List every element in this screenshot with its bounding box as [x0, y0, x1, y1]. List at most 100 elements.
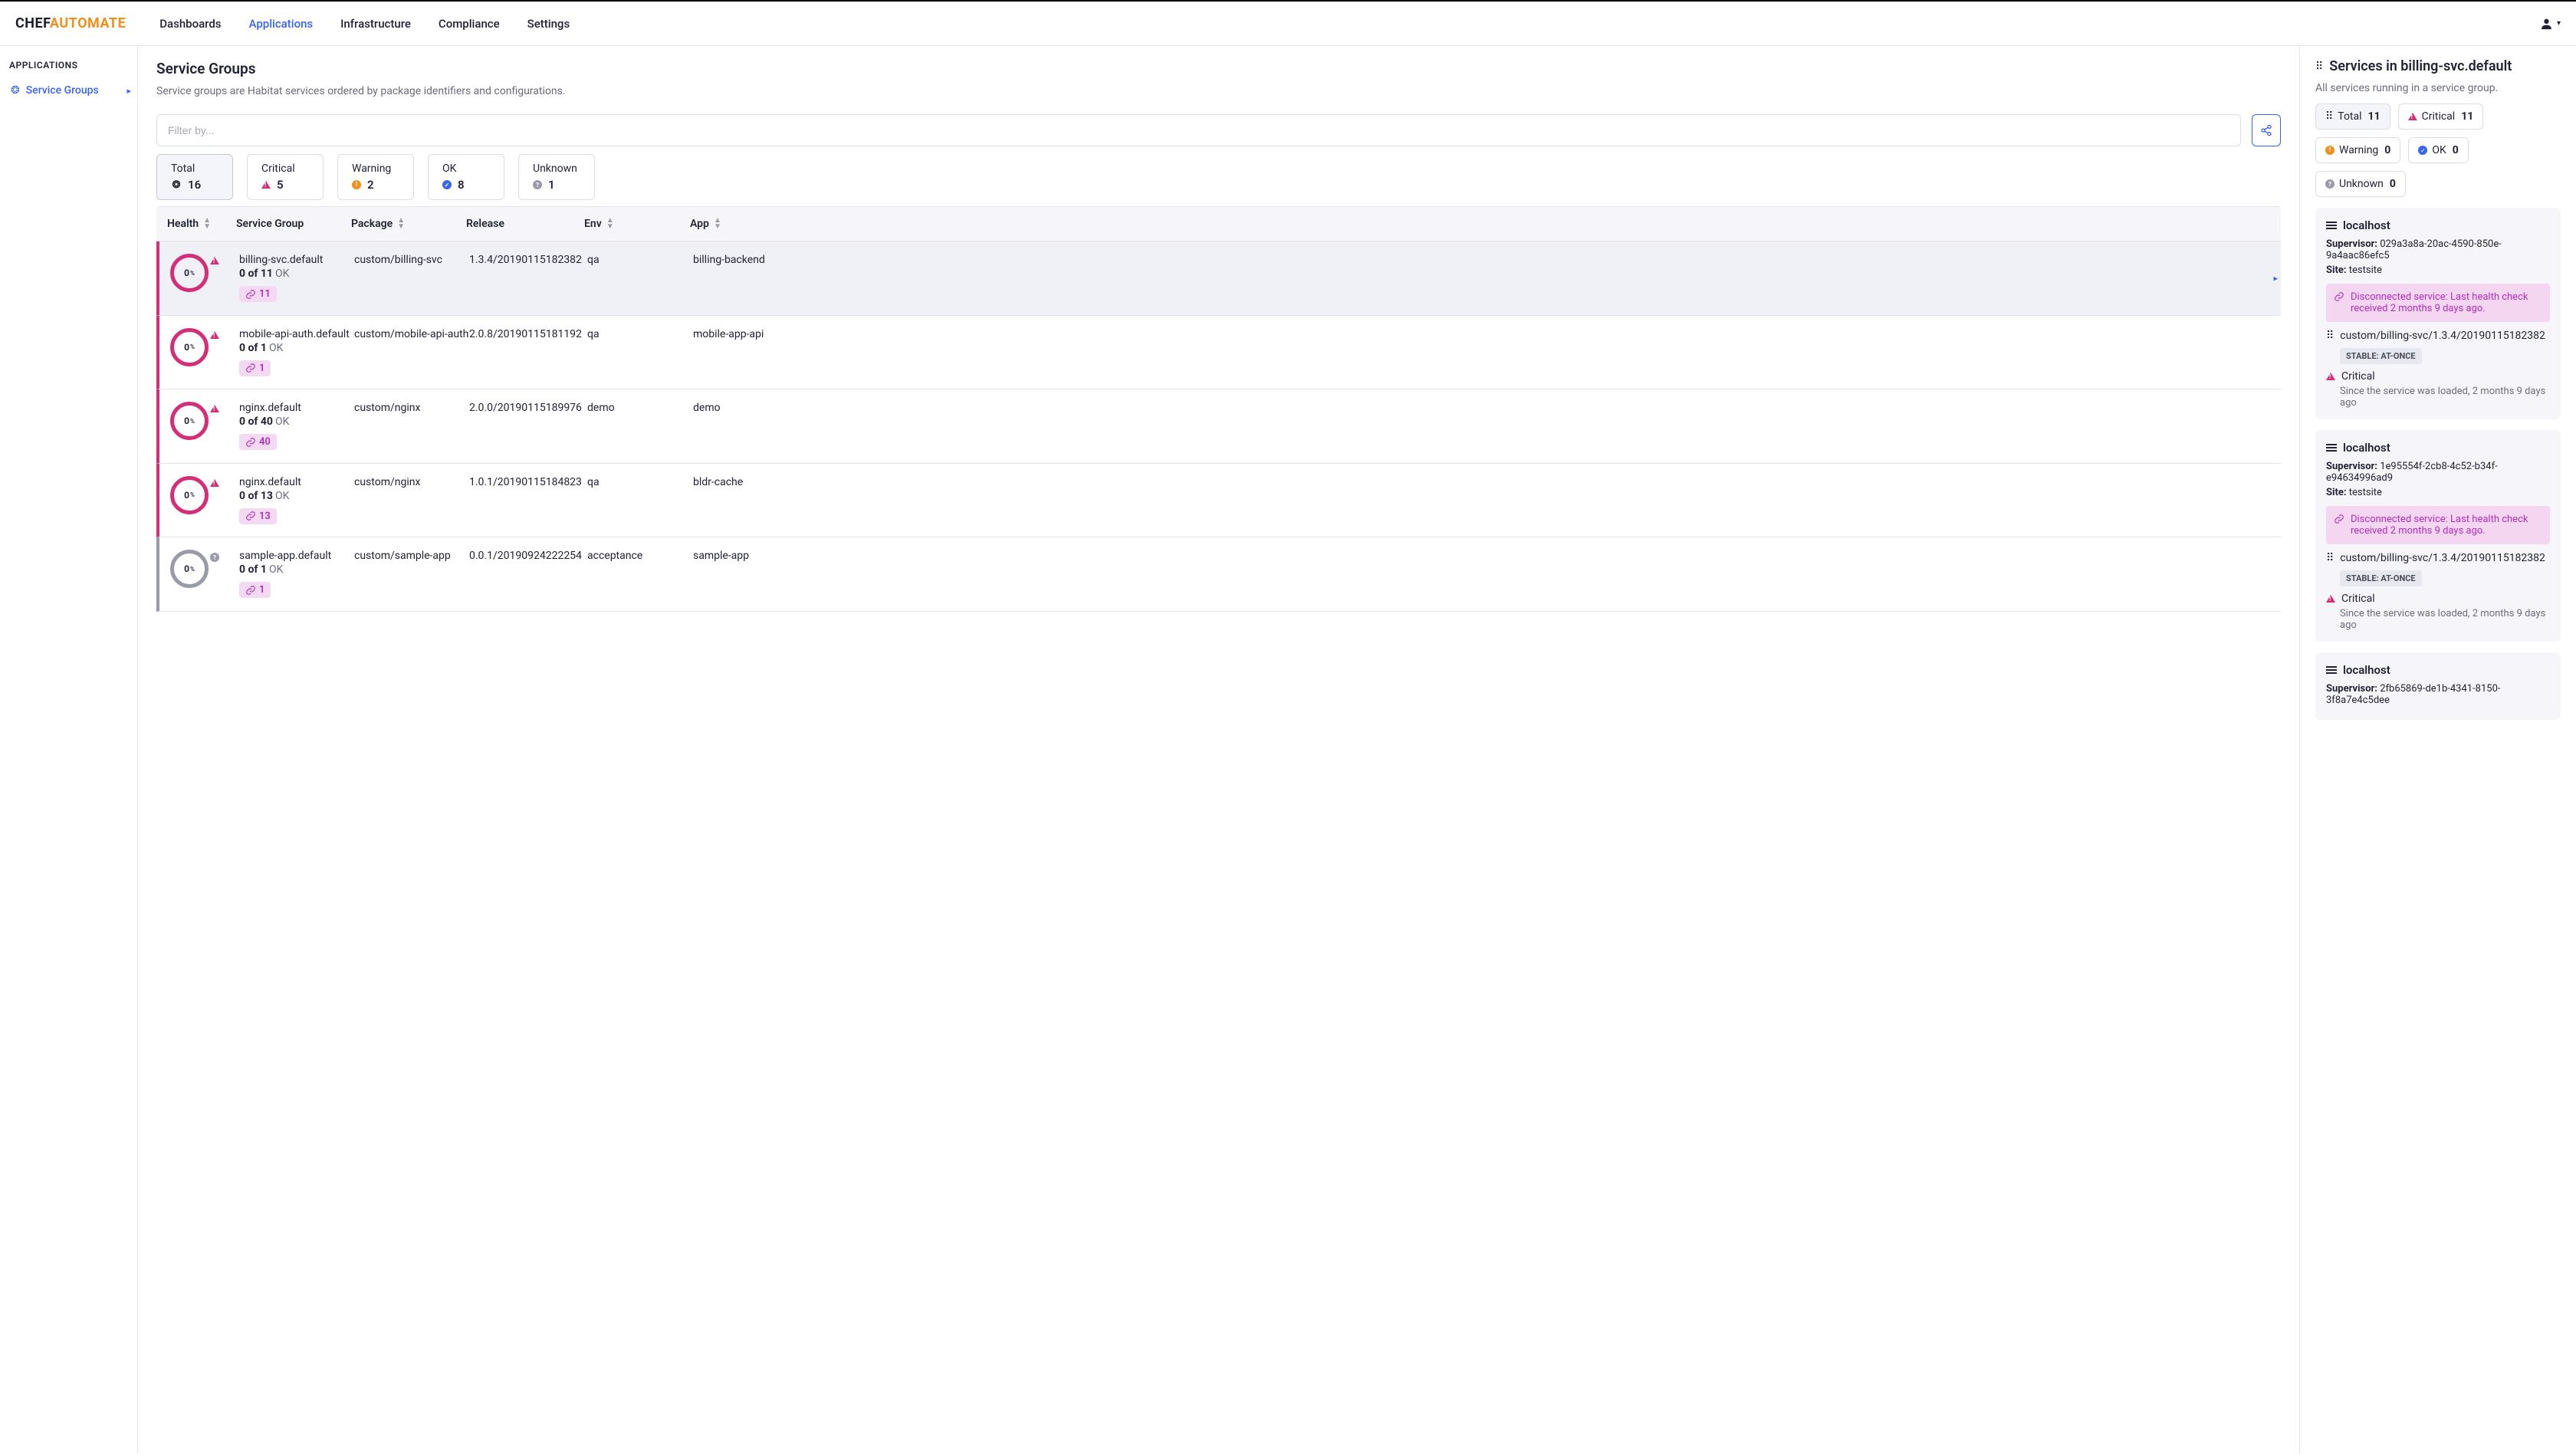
table-row[interactable]: 0%nginx.default0 of 40OK40custom/nginx2.…: [156, 389, 2281, 464]
service-card: localhost Supervisor: 1e95554f-2cb8-4c52-…: [2315, 430, 2561, 642]
total-icon: [171, 179, 182, 190]
cluster-icon: ⠿: [2326, 552, 2334, 564]
user-icon: [2539, 15, 2554, 32]
unknown-icon: [210, 553, 219, 562]
link-chip[interactable]: 1: [239, 360, 271, 376]
health-donut: 0%: [170, 402, 209, 440]
service-host: localhost: [2326, 441, 2550, 455]
service-group-count: 0 of 11OK: [239, 268, 354, 280]
nav-applications[interactable]: Applications: [249, 17, 314, 31]
critical-icon: [261, 181, 271, 189]
summary-ok-count: 8: [458, 178, 465, 192]
table-row[interactable]: 0%mobile-api-auth.default0 of 1OK1custom…: [156, 316, 2281, 390]
since-line: Since the service was loaded, 2 months 9…: [2340, 386, 2550, 409]
nav-dashboards[interactable]: Dashboards: [159, 17, 221, 31]
app-cell: sample-app: [693, 550, 2273, 562]
share-button[interactable]: [2252, 114, 2281, 146]
chip-ok[interactable]: OK0: [2408, 137, 2468, 163]
service-group-cell: nginx.default0 of 13OK13: [239, 476, 354, 525]
cluster-icon: ⠿: [2315, 61, 2323, 73]
col-app[interactable]: App: [690, 218, 2273, 230]
table-row[interactable]: 0%billing-svc.default0 of 11OK11custom/b…: [156, 241, 2281, 316]
sort-icon: [606, 218, 614, 230]
health-cell: 0%: [170, 328, 239, 366]
service-group-cell: nginx.default0 of 40OK40: [239, 402, 354, 451]
release-cell: 2.0.0/20190115189976: [469, 402, 587, 414]
summary-critical-label: Critical: [261, 163, 309, 175]
summary-warning[interactable]: Warning 2: [337, 154, 414, 200]
link-icon: [2334, 291, 2344, 302]
critical-icon: [210, 405, 219, 412]
col-health[interactable]: Health: [167, 218, 236, 230]
package-cell: custom/billing-svc: [354, 254, 469, 266]
filter-input[interactable]: [156, 114, 2241, 146]
chip-total[interactable]: ⠿Total11: [2315, 103, 2390, 130]
summary-total[interactable]: Total 16: [156, 154, 233, 200]
link-icon: [2334, 514, 2344, 524]
service-group-name: sample-app.default: [239, 550, 354, 562]
link-chip[interactable]: 1: [239, 582, 271, 598]
health-cell: 0%: [170, 402, 239, 440]
warning-icon: [352, 180, 361, 189]
chevron-right-icon: ▸: [127, 86, 131, 96]
col-service-group[interactable]: Service Group: [236, 218, 351, 230]
link-chip[interactable]: 40: [239, 434, 277, 450]
chip-critical[interactable]: Critical11: [2398, 103, 2484, 130]
summary-total-count: 16: [188, 178, 201, 192]
nav-infrastructure[interactable]: Infrastructure: [340, 17, 411, 31]
summary-unknown[interactable]: Unknown 1: [518, 154, 595, 200]
critical-icon: [210, 331, 219, 339]
table-row[interactable]: 0%sample-app.default0 of 1OK1custom/samp…: [156, 537, 2281, 612]
package-cell: custom/mobile-api-auth: [354, 328, 469, 340]
summary-ok[interactable]: OK 8: [428, 154, 504, 200]
link-chip[interactable]: 11: [239, 286, 277, 302]
status-line: Critical: [2326, 370, 2550, 383]
col-release[interactable]: Release: [466, 218, 584, 230]
health-donut: 0%: [170, 328, 209, 366]
logo-chef: CHEF: [15, 15, 50, 31]
critical-icon: [210, 257, 219, 264]
service-card: localhostSupervisor: 2fb65869-de1b-4341-…: [2315, 652, 2561, 720]
service-group-count: 0 of 13OK: [239, 490, 354, 502]
env-cell: demo: [587, 402, 693, 414]
service-group-cell: sample-app.default0 of 1OK 1: [239, 550, 354, 599]
service-host: localhost: [2326, 218, 2550, 232]
health-cell: 0%: [170, 550, 239, 588]
summary-unknown-label: Unknown: [533, 163, 580, 175]
services-summary: ⠿Total11 Critical11 Warning0 OK0 Unknown…: [2315, 103, 2561, 197]
stable-badge: STABLE: AT-ONCE: [2340, 348, 2422, 364]
disconnected-banner: Disconnected service: Last health check …: [2326, 284, 2550, 322]
summary-critical[interactable]: Critical 5: [247, 154, 324, 200]
health-donut: 0%: [170, 476, 209, 514]
site-line: Site: testsite: [2326, 487, 2550, 498]
since-line: Since the service was loaded, 2 months 9…: [2340, 608, 2550, 631]
user-menu[interactable]: ▾: [2539, 13, 2561, 34]
sidebar-item-service-groups[interactable]: ❂ Service Groups ▸: [9, 81, 133, 100]
col-env[interactable]: Env: [584, 218, 690, 230]
col-package[interactable]: Package: [351, 218, 466, 230]
table-header: Health Service Group Package Release Env…: [156, 206, 2281, 241]
nav-compliance[interactable]: Compliance: [439, 17, 500, 31]
cluster-icon: ⠿: [2325, 110, 2333, 123]
release-cell: 0.0.1/20190924222254: [469, 550, 587, 562]
table-row[interactable]: 0%nginx.default0 of 13OK13custom/nginx1.…: [156, 464, 2281, 538]
app-cell: mobile-app-api: [693, 328, 2273, 340]
chip-unknown[interactable]: Unknown0: [2315, 171, 2406, 197]
supervisor-line: Supervisor: 029a3a8a-20ac-4590-850e-9a4a…: [2326, 238, 2550, 261]
service-group-count: 0 of 1OK: [239, 563, 354, 576]
chip-warning[interactable]: Warning0: [2315, 137, 2400, 163]
env-cell: qa: [587, 476, 693, 488]
chevron-right-icon: ▸: [2273, 274, 2278, 284]
service-group-name: nginx.default: [239, 402, 354, 414]
link-icon: [245, 363, 256, 373]
sidebar-item-label: Service Groups: [26, 84, 99, 97]
app-cell: billing-backend: [693, 254, 2273, 266]
ok-icon: [2418, 146, 2427, 155]
release-cell: 1.0.1/20190115184823: [469, 476, 587, 488]
sort-icon: [714, 218, 721, 230]
supervisor-line: Supervisor: 1e95554f-2cb8-4c52-b34f-e946…: [2326, 461, 2550, 484]
nav-settings[interactable]: Settings: [527, 17, 570, 31]
package-cell: custom/nginx: [354, 476, 469, 488]
link-chip[interactable]: 13: [239, 508, 277, 524]
share-icon: [2260, 124, 2272, 136]
